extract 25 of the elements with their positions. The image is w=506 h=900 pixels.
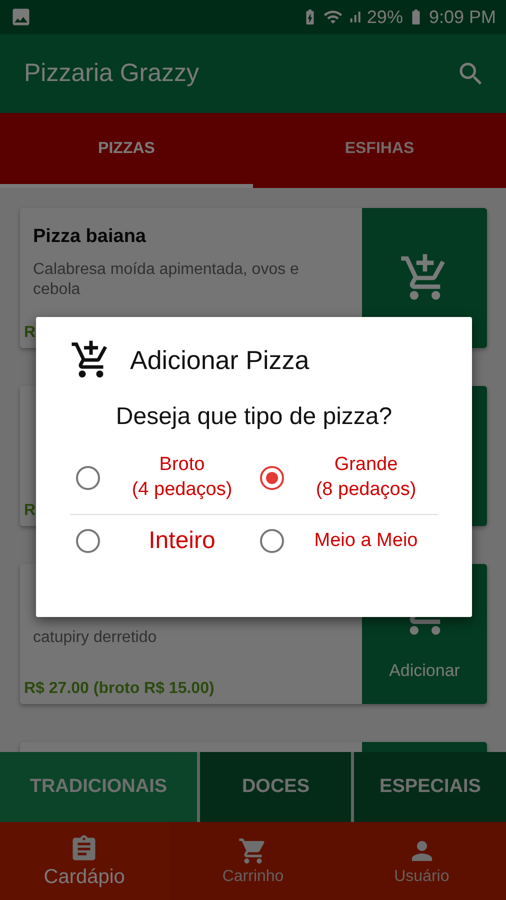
battery-level: 29% [366,6,403,28]
pizza-price: R [24,502,37,520]
radio-button[interactable] [260,528,284,553]
pizza-description: catupiry derretido [33,628,158,648]
tab[interactable]: ESFIHAS [253,113,506,188]
dialog-title: Adicionar Pizza [130,344,310,376]
category-tab[interactable]: ESPECIAIS [354,752,506,822]
option-label[interactable]: Inteiro [110,525,254,557]
dialog-question: Deseja que tipo de pizza? [114,403,394,431]
clock: 9:09 PM [428,6,496,28]
pizza-price: R [24,324,37,342]
option-label[interactable]: Broto (4 pedaços) [110,453,254,502]
option-label[interactable]: Meio a Meio [294,528,438,554]
image-icon [10,6,32,28]
radio-button[interactable] [76,466,100,490]
app-title: Pizzaria Grazzy [24,59,200,88]
radio-button[interactable] [260,466,284,490]
pizza-name: Pizza baiana [33,226,146,249]
tab[interactable]: PIZZAS [0,113,253,188]
pizza-price: R$ 27.00 (broto R$ 15.00) [24,680,216,698]
pizza-description: Calabresa moída apimentada, ovos e cebola [33,260,300,300]
option-label[interactable]: Grande (8 pedaços) [294,453,438,502]
radio-button[interactable] [76,528,100,553]
category-tab[interactable]: TRADICIONAIS [0,752,197,822]
category-tab[interactable]: DOCES [200,752,352,822]
